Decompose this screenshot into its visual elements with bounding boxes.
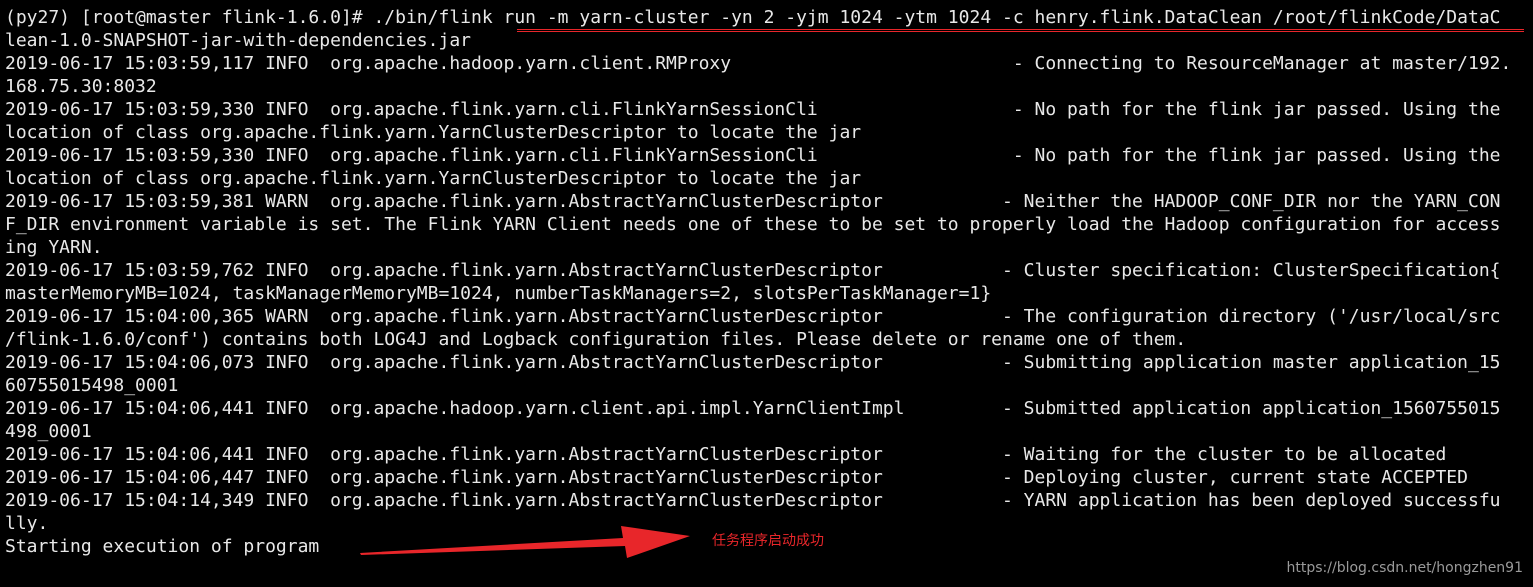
terminal-line: 168.75.30:8032 <box>5 76 157 97</box>
terminal-line: 2019-06-17 15:04:06,441 INFO org.apache.… <box>5 444 1447 465</box>
terminal-line: F_DIR environment variable is set. The F… <box>5 214 1501 235</box>
terminal-line: 2019-06-17 15:04:00,365 WARN org.apache.… <box>5 306 1501 327</box>
terminal-line: 2019-06-17 15:03:59,117 INFO org.apache.… <box>5 53 1512 74</box>
terminal-line: lean-1.0-SNAPSHOT-jar-with-dependencies.… <box>5 30 471 51</box>
terminal-line: /flink-1.6.0/conf') contains both LOG4J … <box>5 329 1187 350</box>
terminal-line: 2019-06-17 15:04:06,073 INFO org.apache.… <box>5 352 1501 373</box>
terminal-line: 498_0001 <box>5 421 92 442</box>
terminal-line: 2019-06-17 15:04:06,441 INFO org.apache.… <box>5 398 1501 419</box>
terminal-line: location of class org.apache.flink.yarn.… <box>5 122 862 143</box>
terminal-line: 2019-06-17 15:04:14,349 INFO org.apache.… <box>5 490 1501 511</box>
terminal-line: ing YARN. <box>5 237 103 258</box>
terminal-line: masterMemoryMB=1024, taskManagerMemoryMB… <box>5 283 992 304</box>
terminal-line: 2019-06-17 15:04:06,447 INFO org.apache.… <box>5 467 1468 488</box>
terminal-window[interactable]: (py27) [root@master flink-1.6.0]# ./bin/… <box>0 0 1533 587</box>
terminal-line: location of class org.apache.flink.yarn.… <box>5 168 862 189</box>
terminal-line: 2019-06-17 15:03:59,762 INFO org.apache.… <box>5 260 1501 281</box>
red-arrow-icon <box>360 526 690 558</box>
terminal-line: 2019-06-17 15:03:59,381 WARN org.apache.… <box>5 191 1501 212</box>
terminal-line: 60755015498_0001 <box>5 375 179 396</box>
command-underline-annotation <box>517 29 1524 32</box>
terminal-line: 2019-06-17 15:03:59,330 INFO org.apache.… <box>5 145 1501 166</box>
terminal-line-command: (py27) [root@master flink-1.6.0]# ./bin/… <box>5 7 1501 28</box>
terminal-line: 2019-06-17 15:03:59,330 INFO org.apache.… <box>5 99 1501 120</box>
watermark-text: https://blog.csdn.net/hongzhen91 <box>1286 560 1523 576</box>
annotation-label: 任务程序启动成功 <box>712 533 824 549</box>
